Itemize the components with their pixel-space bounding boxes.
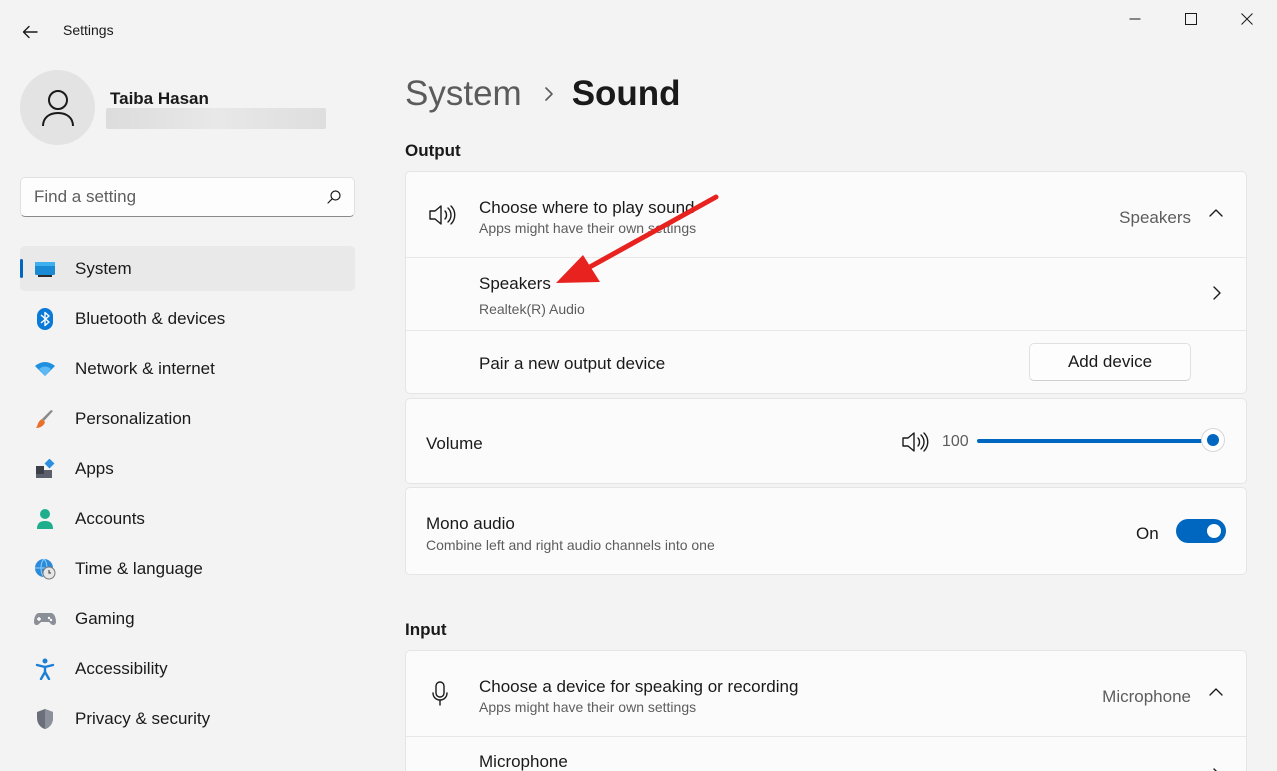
output-device-speakers-row[interactable]: Speakers Realtek(R) Audio — [406, 258, 1246, 331]
volume-slider-track[interactable] — [977, 439, 1217, 443]
sidebar-item-label: Personalization — [75, 408, 192, 428]
mono-audio-card: Mono audio Combine left and right audio … — [405, 487, 1247, 575]
sidebar-item-label: Time & language — [75, 558, 203, 578]
sidebar-item-network[interactable]: Network & internet — [20, 346, 355, 391]
chevron-right-icon — [544, 86, 554, 102]
chevron-up-icon[interactable] — [1208, 208, 1224, 218]
person-outline-icon — [41, 89, 74, 126]
sidebar-item-label: System — [75, 258, 132, 278]
choose-input-row[interactable]: Choose a device for speaking or recordin… — [406, 651, 1246, 737]
sidebar-item-privacy-security[interactable]: Privacy & security — [20, 696, 355, 741]
sidebar-item-bluetooth[interactable]: Bluetooth & devices — [20, 296, 355, 341]
input-device-name: Microphone — [479, 752, 568, 771]
output-device-driver: Realtek(R) Audio — [479, 301, 585, 317]
speaker-icon — [428, 204, 456, 226]
mono-audio-subtitle: Combine left and right audio channels in… — [426, 537, 715, 553]
user-email-redacted — [106, 108, 326, 129]
choose-output-subtitle: Apps might have their own settings — [479, 220, 697, 236]
brush-icon — [34, 408, 56, 430]
sidebar-item-accessibility[interactable]: Accessibility — [20, 646, 355, 691]
close-button[interactable] — [1224, 0, 1270, 38]
user-name: Taiba Hasan — [110, 89, 209, 108]
maximize-button[interactable] — [1168, 0, 1214, 38]
volume-label: Volume — [426, 434, 483, 453]
sidebar-item-label: Network & internet — [75, 358, 215, 378]
selected-input-value: Microphone — [1102, 687, 1191, 706]
back-button[interactable] — [14, 16, 46, 48]
choose-output-row[interactable]: Choose where to play sound Apps might ha… — [406, 172, 1246, 258]
search-input[interactable] — [34, 187, 314, 207]
accessibility-icon — [34, 658, 56, 680]
volume-card: Volume 100 — [405, 398, 1247, 484]
toggle-knob — [1207, 524, 1221, 538]
search-icon[interactable] — [326, 189, 342, 205]
choose-input-subtitle: Apps might have their own settings — [479, 699, 697, 715]
monitor-icon — [34, 258, 56, 280]
avatar[interactable] — [20, 70, 95, 145]
gamepad-icon — [34, 608, 56, 630]
input-section-title: Input — [405, 620, 447, 639]
sidebar-item-label: Gaming — [75, 608, 135, 628]
pair-output-label: Pair a new output device — [479, 354, 666, 373]
wifi-icon — [34, 358, 56, 380]
page-title: Sound — [571, 74, 681, 113]
arrow-left-icon — [22, 25, 38, 39]
volume-value: 100 — [942, 433, 969, 450]
sidebar-item-label: Privacy & security — [75, 708, 211, 728]
sidebar-item-system[interactable]: System — [20, 246, 355, 291]
shield-icon — [34, 708, 56, 730]
person-icon — [34, 508, 56, 530]
output-section-title: Output — [405, 141, 461, 160]
title-bar: Settings — [0, 0, 1277, 62]
bluetooth-icon — [34, 308, 56, 330]
minimize-button[interactable] — [1112, 0, 1158, 38]
volume-slider-thumb[interactable] — [1201, 428, 1225, 452]
sidebar-nav: System Bluetooth & devices Network & int… — [20, 246, 355, 746]
sidebar-item-apps[interactable]: Apps — [20, 446, 355, 491]
chevron-up-icon[interactable] — [1208, 687, 1224, 697]
sidebar-item-label: Apps — [75, 458, 114, 478]
sidebar-item-personalization[interactable]: Personalization — [20, 396, 355, 441]
selected-output-value: Speakers — [1119, 208, 1191, 227]
microphone-icon — [431, 681, 449, 707]
sidebar-item-accounts[interactable]: Accounts — [20, 496, 355, 541]
chevron-right-icon[interactable] — [1212, 767, 1222, 771]
volume-speaker-icon[interactable] — [901, 431, 929, 453]
search-box[interactable] — [20, 177, 355, 217]
app-title: Settings — [63, 22, 114, 38]
mono-audio-state: On — [1136, 524, 1159, 543]
input-device-card: Choose a device for speaking or recordin… — [405, 650, 1247, 771]
sidebar-item-label: Bluetooth & devices — [75, 308, 226, 328]
sidebar-item-gaming[interactable]: Gaming — [20, 596, 355, 641]
chevron-right-icon[interactable] — [1212, 285, 1222, 301]
input-device-microphone-row[interactable]: Microphone — [406, 737, 1246, 771]
breadcrumb: System Sound — [405, 72, 681, 116]
minimize-icon — [1129, 18, 1141, 20]
sidebar-item-label: Accounts — [75, 508, 145, 528]
output-device-name: Speakers — [479, 274, 551, 293]
breadcrumb-parent-link[interactable]: System — [405, 74, 522, 114]
maximize-icon — [1185, 13, 1197, 25]
mono-audio-toggle[interactable] — [1176, 519, 1226, 543]
pair-output-row: Pair a new output device Add device — [406, 331, 1246, 393]
output-device-card: Choose where to play sound Apps might ha… — [405, 171, 1247, 394]
mono-audio-title: Mono audio — [426, 514, 515, 533]
add-device-button[interactable]: Add device — [1029, 343, 1191, 381]
choose-output-title: Choose where to play sound — [479, 198, 695, 217]
sidebar-item-label: Accessibility — [75, 658, 168, 678]
close-icon — [1241, 13, 1253, 25]
choose-input-title: Choose a device for speaking or recordin… — [479, 677, 799, 696]
sidebar-item-time-language[interactable]: Time & language — [20, 546, 355, 591]
apps-icon — [34, 458, 56, 480]
globe-clock-icon — [34, 558, 56, 580]
